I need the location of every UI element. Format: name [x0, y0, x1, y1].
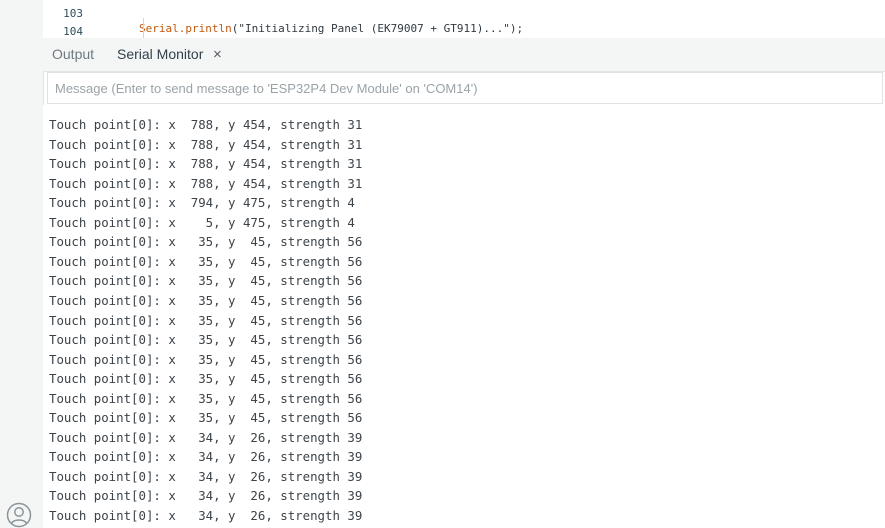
- activity-sidebar: [0, 0, 44, 528]
- indent-guide: [143, 18, 144, 38]
- serial-output-line: Touch point[0]: x 34, y 26, strength 39: [49, 429, 363, 445]
- serial-output-line: Touch point[0]: x 35, y 45, strength 56: [49, 332, 363, 348]
- serial-output-line: Touch point[0]: x 788, y 454, strength 3…: [49, 156, 363, 172]
- serial-output-line: Touch point[0]: x 35, y 45, strength 56: [49, 234, 363, 250]
- close-icon[interactable]: ×: [213, 38, 222, 71]
- serial-output-line: Touch point[0]: x 34, y 26, strength 39: [49, 508, 363, 523]
- serial-message-input[interactable]: [47, 72, 883, 104]
- serial-output-line: Touch point[0]: x 35, y 45, strength 56: [49, 292, 363, 308]
- code-line: 103 Serial.println("Initializing Panel (…: [43, 0, 885, 35]
- serial-output-line: Touch point[0]: x 34, y 26, strength 39: [49, 468, 363, 484]
- tab-output[interactable]: Output: [52, 38, 94, 71]
- serial-output-line: Touch point[0]: x 35, y 45, strength 56: [49, 273, 363, 289]
- serial-output-line: Touch point[0]: x 35, y 45, strength 56: [49, 253, 363, 269]
- serial-output-line: Touch point[0]: x 35, y 45, strength 56: [49, 390, 363, 406]
- serial-output-line: Touch point[0]: x 788, y 454, strength 3…: [49, 117, 363, 132]
- ide-window: 103 Serial.println("Initializing Panel (…: [0, 0, 885, 528]
- serial-output-line: Touch point[0]: x 788, y 454, strength 3…: [49, 136, 363, 152]
- serial-output-line: Touch point[0]: x 34, y 26, strength 39: [49, 488, 363, 504]
- panel-tab-bar: Output Serial Monitor ×: [43, 38, 885, 72]
- serial-output-line: Touch point[0]: x 35, y 45, strength 56: [49, 410, 363, 426]
- serial-output-line: Touch point[0]: x 794, y 475, strength 4: [49, 195, 355, 211]
- code-editor[interactable]: 103 Serial.println("Initializing Panel (…: [43, 0, 885, 39]
- serial-output-line: Touch point[0]: x 5, y 475, strength 4: [49, 214, 355, 230]
- serial-output-line: Touch point[0]: x 34, y 26, strength 39: [49, 449, 363, 465]
- account-icon[interactable]: [6, 502, 32, 528]
- serial-output-line: Touch point[0]: x 35, y 45, strength 56: [49, 312, 363, 328]
- serial-output-line: Touch point[0]: x 35, y 45, strength 56: [49, 371, 363, 387]
- serial-output-line: Touch point[0]: x 788, y 454, strength 3…: [49, 175, 363, 191]
- serial-output-line: Touch point[0]: x 35, y 45, strength 56: [49, 351, 363, 367]
- tab-serial-monitor[interactable]: Serial Monitor: [117, 38, 203, 71]
- serial-output[interactable]: Touch point[0]: x 788, y 454, strength 3…: [43, 105, 885, 528]
- code-line: 104 if (!panel->init()) {: [43, 9, 885, 38]
